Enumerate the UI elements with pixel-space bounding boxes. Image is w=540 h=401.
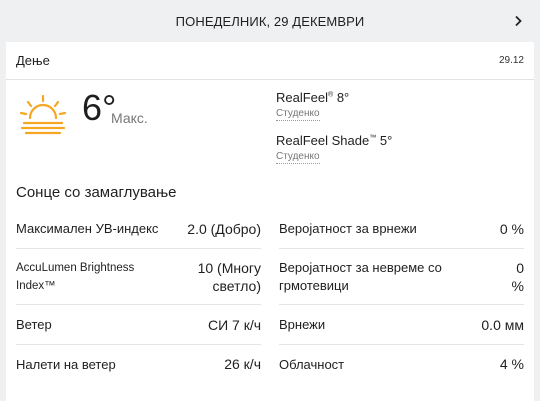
detail-value: 0 % [499, 220, 524, 237]
detail-value: 4 % [499, 356, 524, 372]
detail-value: СИ 7 к/ч [207, 316, 261, 333]
chevron-right-icon[interactable] [510, 13, 526, 29]
detail-row: Ветер СИ 7 к/ч [16, 305, 261, 345]
weather-phrase: Сонце со замаглување [16, 184, 177, 201]
detail-value: 26 к/ч [224, 356, 261, 372]
card-header: Дење 29.12 [6, 42, 534, 80]
detail-label: Ветер [16, 317, 52, 332]
detail-row: Веројатност за врнежи 0 % [279, 209, 524, 249]
detail-row: Веројатност за невреме со грмотевици 0 % [279, 249, 524, 305]
detail-row: Налети на ветер 26 к/ч [16, 345, 261, 383]
detail-label: Врнежи [279, 317, 326, 332]
realfeel-value: 8° [336, 90, 350, 105]
date-label: ПОНЕДЕЛНИК, 29 ДЕКЕМВРИ [175, 13, 365, 29]
sun-haze-icon [18, 94, 68, 138]
realfeel-line: RealFeel® 8° [276, 90, 349, 105]
detail-value: 0.0 мм [481, 316, 524, 333]
detail-row: Максимален УВ-индекс 2.0 (Добро) [16, 209, 261, 249]
realfeel-label: RealFeel [276, 90, 329, 105]
trademark-mark: ® [328, 91, 334, 99]
detail-label: Максимален УВ-индекс [16, 221, 159, 236]
temperature-label: Макс. [111, 110, 148, 126]
day-forecast-card: Дење 29.12 6° Макс. RealFeel® 8° Студенк… [6, 42, 534, 401]
detail-value: 0 % [511, 259, 524, 294]
realfeel-shade-value: 5° [379, 133, 393, 148]
detail-label: Веројатност за врнежи [279, 221, 417, 236]
realfeel-description[interactable]: Студенко [276, 108, 320, 121]
detail-value: 10 (Многу светло) [197, 259, 261, 294]
detail-label: Налети на ветер [16, 356, 116, 372]
detail-label: Облачност [279, 356, 345, 372]
detail-row: Врнежи 0.0 мм [279, 305, 524, 345]
realfeel-shade-description[interactable]: Студенко [276, 151, 320, 164]
detail-label: Веројатност за невреме со грмотевици [279, 259, 442, 293]
detail-label: AccuLumen Brightness Index™ [16, 261, 135, 292]
realfeel-shade-line: RealFeel Shade™ 5° [276, 133, 392, 148]
details-grid: Максимален УВ-индекс 2.0 (Добро) AccuLum… [16, 209, 524, 383]
details-left-column: Максимален УВ-индекс 2.0 (Добро) AccuLum… [16, 209, 261, 383]
trademark-mark: ™ [369, 134, 377, 142]
card-date: 29.12 [498, 55, 524, 66]
details-right-column: Веројатност за врнежи 0 % Веројатност за… [279, 209, 524, 383]
date-navigation-bar[interactable]: ПОНЕДЕЛНИК, 29 ДЕКЕМВРИ [0, 0, 540, 42]
card-title: Дење [16, 53, 50, 68]
detail-row: AccuLumen Brightness Index™ 10 (Многу св… [16, 249, 261, 305]
detail-row: Облачност 4 % [279, 345, 524, 383]
realfeel-shade-label: RealFeel Shade [276, 133, 370, 148]
current-conditions: 6° Макс. RealFeel® 8° Студенко RealFeel … [6, 82, 534, 182]
detail-value: 2.0 (Добро) [187, 220, 261, 237]
